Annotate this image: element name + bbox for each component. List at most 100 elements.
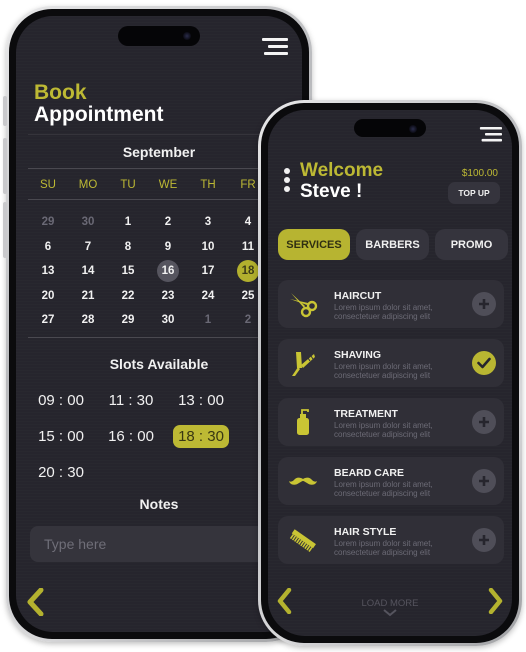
calendar-day[interactable]: 29 bbox=[108, 309, 148, 331]
service-item[interactable]: HAIRCUT Lorem ipsum dolor sit amet, conse… bbox=[278, 280, 504, 328]
time-slot-label: 16 : 00 bbox=[108, 427, 154, 445]
calendar-day-number: 20 bbox=[41, 289, 55, 302]
calendar-day[interactable]: 30 bbox=[148, 309, 188, 331]
calendar-day-number: 8 bbox=[124, 240, 132, 253]
time-slot[interactable]: 18 : 30 bbox=[166, 424, 236, 448]
weekday-label: WE bbox=[158, 179, 178, 191]
time-slot[interactable]: 13 : 00 bbox=[166, 392, 236, 409]
calendar-day-number: 10 bbox=[201, 240, 215, 253]
time-slot[interactable]: 20 : 30 bbox=[26, 464, 96, 481]
calendar-day[interactable]: 27 bbox=[28, 309, 68, 331]
calendar-day[interactable]: 9 bbox=[148, 236, 188, 258]
calendar-day-number: 7 bbox=[84, 240, 92, 253]
calendar-day-number: 29 bbox=[41, 216, 55, 229]
chevron-left-icon[interactable] bbox=[26, 587, 44, 621]
time-slot[interactable]: 15 : 00 bbox=[26, 428, 96, 445]
time-slot-label: 13 : 00 bbox=[178, 391, 224, 409]
calendar-day-number: 29 bbox=[121, 314, 135, 327]
calendar-day-number: 3 bbox=[204, 216, 212, 229]
calendar-day[interactable]: 1 bbox=[108, 211, 148, 233]
calendar-day-number: 1 bbox=[124, 216, 132, 229]
service-item[interactable]: HAIR STYLE Lorem ipsum dolor sit amet, co… bbox=[278, 516, 504, 564]
hamburger-menu-icon[interactable] bbox=[260, 38, 288, 56]
service-name: BEARD CARE bbox=[334, 467, 405, 479]
service-name: SHAVING bbox=[334, 349, 382, 361]
service-description: Lorem ipsum dolor sit amet, consectetuer… bbox=[334, 303, 433, 321]
add-icon[interactable] bbox=[472, 528, 496, 552]
tab-services[interactable]: SERVICES bbox=[278, 229, 350, 260]
calendar-day[interactable]: 1 bbox=[188, 309, 228, 331]
calendar-day[interactable]: 3 bbox=[188, 211, 228, 233]
calendar-day-number: 28 bbox=[81, 314, 95, 327]
calendar-day-number: 23 bbox=[161, 289, 175, 302]
calendar-day[interactable]: 17 bbox=[188, 260, 228, 282]
service-description: Lorem ipsum dolor sit amet, consectetuer… bbox=[334, 539, 433, 557]
tab-barbers[interactable]: BARBERS bbox=[356, 229, 429, 260]
services-list: HAIRCUT Lorem ipsum dolor sit amet, conse… bbox=[278, 280, 504, 575]
service-description: Lorem ipsum dolor sit amet, consectetuer… bbox=[334, 421, 433, 439]
tab-promo[interactable]: PROMO bbox=[435, 229, 508, 260]
calendar-day-number: 2 bbox=[244, 314, 252, 327]
calendar-day[interactable]: 7 bbox=[68, 236, 108, 258]
calendar-day[interactable]: 21 bbox=[68, 285, 108, 307]
calendar-day[interactable]: 28 bbox=[68, 309, 108, 331]
page-title: Book Appointment bbox=[34, 82, 163, 126]
calendar-day-number: 30 bbox=[81, 216, 95, 229]
balance-amount: $100.00 bbox=[461, 168, 498, 179]
time-slot-label: 20 : 30 bbox=[38, 463, 84, 481]
load-more-label: LOAD MORE bbox=[361, 598, 419, 609]
chevron-down-icon bbox=[383, 609, 397, 617]
calendar-day[interactable]: 6 bbox=[28, 236, 68, 258]
service-name: TREATMENT bbox=[334, 408, 398, 420]
service-item[interactable]: TREATMENT Lorem ipsum dolor sit amet, con… bbox=[278, 398, 504, 446]
calendar-day-number: 21 bbox=[81, 289, 95, 302]
calendar-day[interactable]: 14 bbox=[68, 260, 108, 282]
calendar-day[interactable]: 8 bbox=[108, 236, 148, 258]
calendar-day[interactable]: 16 bbox=[148, 260, 188, 283]
time-slot-label: 15 : 00 bbox=[38, 427, 84, 445]
add-icon[interactable] bbox=[472, 469, 496, 493]
calendar-day-number: 22 bbox=[121, 289, 135, 302]
calendar-day[interactable]: 2 bbox=[148, 211, 188, 233]
mustache-icon bbox=[286, 464, 320, 498]
calendar-day[interactable]: 22 bbox=[108, 285, 148, 307]
more-options-icon[interactable] bbox=[284, 168, 290, 195]
calendar-day[interactable]: 10 bbox=[188, 236, 228, 258]
weekday-label: TH bbox=[200, 179, 216, 191]
scissors-icon bbox=[286, 287, 320, 321]
title-line-2: Appointment bbox=[34, 103, 164, 126]
razor-icon bbox=[286, 346, 320, 380]
calendar-day-number: 1 bbox=[204, 314, 212, 327]
phone-services: Welcome Steve ! $100.00 TOP UP SERVICES B… bbox=[258, 100, 522, 646]
comb-icon bbox=[286, 523, 320, 557]
add-icon[interactable] bbox=[472, 292, 496, 316]
weekday-label: TU bbox=[120, 179, 136, 191]
time-slot[interactable]: 11 : 30 bbox=[96, 392, 166, 409]
load-more-button[interactable]: LOAD MORE bbox=[268, 598, 512, 620]
calendar-day[interactable]: 29 bbox=[28, 211, 68, 233]
top-up-button[interactable]: TOP UP bbox=[448, 182, 500, 204]
calendar-day[interactable]: 20 bbox=[28, 285, 68, 307]
calendar-day[interactable]: 30 bbox=[68, 211, 108, 233]
dynamic-island bbox=[354, 119, 426, 137]
calendar-day[interactable]: 15 bbox=[108, 260, 148, 282]
calendar-day-number: 30 bbox=[161, 314, 175, 327]
welcome-line-1: Welcome bbox=[300, 160, 384, 181]
check-icon[interactable] bbox=[472, 351, 496, 375]
calendar-day[interactable]: 13 bbox=[28, 260, 68, 282]
add-icon[interactable] bbox=[472, 410, 496, 434]
calendar-day-number: 27 bbox=[41, 314, 55, 327]
service-description: Lorem ipsum dolor sit amet, consectetuer… bbox=[334, 480, 433, 498]
calendar-day[interactable]: 23 bbox=[148, 285, 188, 307]
calendar-day-number: 13 bbox=[41, 265, 55, 278]
calendar-day-number: 17 bbox=[201, 265, 215, 278]
service-item[interactable]: BEARD CARE Lorem ipsum dolor sit amet, co… bbox=[278, 457, 504, 505]
hamburger-menu-icon[interactable] bbox=[478, 127, 502, 142]
calendar-day[interactable]: 24 bbox=[188, 285, 228, 307]
time-slot[interactable]: 09 : 00 bbox=[26, 392, 96, 409]
calendar-day-number: 11 bbox=[241, 240, 255, 253]
service-item[interactable]: SHAVING Lorem ipsum dolor sit amet, conse… bbox=[278, 339, 504, 387]
phone-side-button bbox=[3, 96, 7, 126]
time-slot[interactable]: 16 : 00 bbox=[96, 428, 166, 445]
services-screen: Welcome Steve ! $100.00 TOP UP SERVICES B… bbox=[268, 110, 512, 636]
